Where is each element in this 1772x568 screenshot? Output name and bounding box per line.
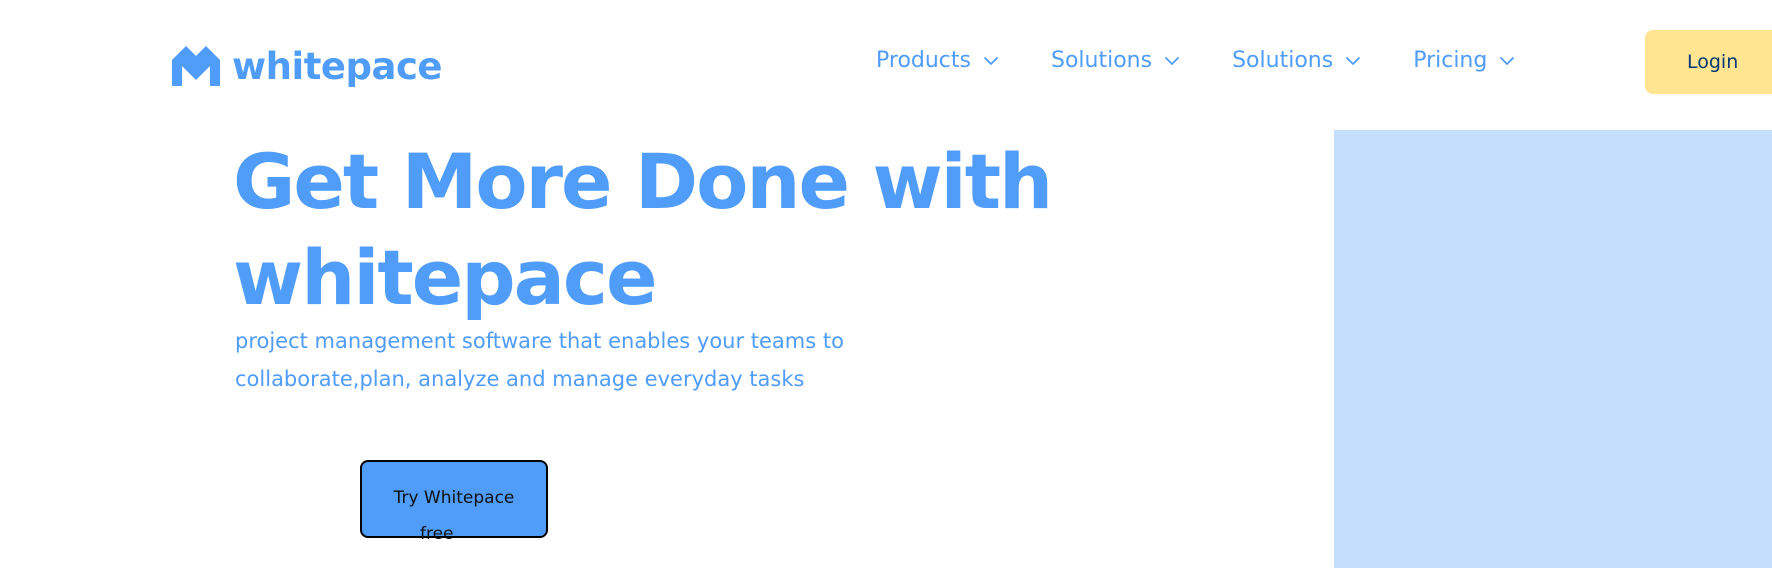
login-button[interactable]: Login — [1645, 30, 1772, 94]
hero-title-line-1: Get More Done with — [233, 137, 1053, 226]
main-nav: Products Solutions Solutions Pricing — [876, 50, 1515, 72]
chevron-down-icon — [1165, 57, 1179, 65]
brand-logo[interactable]: whitepace — [172, 46, 442, 86]
nav-item-label: Products — [876, 48, 971, 73]
hero-title: Get More Done with whitepace — [233, 134, 1093, 326]
nav-item-solutions[interactable]: Solutions — [1051, 50, 1180, 72]
chevron-down-icon — [1346, 57, 1361, 65]
landing-page: whitepace Products Solutions Solutions P… — [0, 0, 1772, 568]
nav-item-label: Solutions — [1051, 48, 1153, 73]
nav-item-products[interactable]: Products — [876, 50, 999, 72]
hero-title-line-2: whitepace — [233, 233, 658, 322]
hero-image-placeholder — [1334, 130, 1772, 568]
try-whitepace-button[interactable]: Try Whitepace free — [360, 460, 548, 544]
chevron-up-logo-icon — [172, 46, 220, 86]
nav-item-solutions-2[interactable]: Solutions — [1232, 50, 1361, 72]
brand-name: whitepace — [232, 44, 442, 88]
hero-subtitle: project management software that enables… — [235, 329, 844, 391]
nav-item-pricing[interactable]: Pricing — [1413, 50, 1515, 72]
nav-item-label: Pricing — [1413, 48, 1488, 73]
cta-label-line-2: free — [420, 524, 454, 544]
nav-item-label: Solutions — [1232, 48, 1334, 73]
chevron-down-icon — [1500, 57, 1515, 65]
chevron-down-icon — [984, 57, 998, 65]
cta-label-line-1: Try Whitepace — [393, 488, 515, 508]
